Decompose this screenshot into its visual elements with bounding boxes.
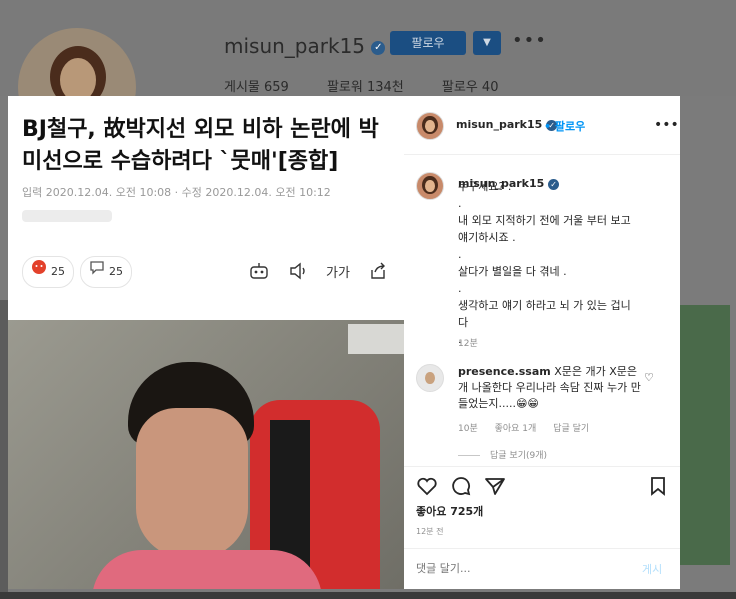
comment-button[interactable]: 25 <box>80 256 132 288</box>
profile-header: misun_park15 ✓ 팔로우 ▼ ••• 게시물 659 팔로워 134… <box>0 0 736 146</box>
blurred-text <box>22 210 112 222</box>
bookmark-icon[interactable] <box>648 476 668 500</box>
stat-following[interactable]: 팔로우 40 <box>442 80 499 95</box>
caption-time: 12분 <box>458 339 478 349</box>
grid-tile[interactable] <box>0 300 8 599</box>
comment-likes[interactable]: 좋아요 1개 <box>495 424 537 434</box>
comment-meta: 10분 좋아요 1개 답글 달기 <box>458 421 603 434</box>
comment-reply-button[interactable]: 답글 달기 <box>553 424 589 434</box>
post-avatar[interactable] <box>416 112 444 140</box>
comment-icon[interactable] <box>450 476 472 500</box>
speaker-icon[interactable] <box>288 261 308 285</box>
reaction-count: 25 <box>51 265 65 278</box>
stat-followers[interactable]: 팔로워 134천 <box>327 80 404 95</box>
stat-posts[interactable]: 게시물 659 <box>224 80 289 95</box>
reaction-button[interactable]: 25 <box>22 256 74 288</box>
post-timestamp: 12분 전 <box>416 527 444 536</box>
comment-like-icon[interactable]: ♡ <box>644 371 654 384</box>
article-title: BJ철구, 故박지선 외모 비하 논란에 박미선으로 수습하려다 `뭇매'[종합… <box>22 117 379 174</box>
font-size-button[interactable]: 가가 <box>326 262 350 281</box>
robot-icon[interactable] <box>248 261 270 285</box>
article-meta: 입력 2020.12.04. 오전 10:08 · 수정 2020.12.04.… <box>22 186 331 199</box>
post-header: misun_park15 ✓ • 팔로우 ••• <box>404 96 680 155</box>
comment-bubble-icon <box>89 257 105 287</box>
post-media: BJ철구, 故박지선 외모 비하 논란에 박미선으로 수습하려다 `뭇매'[종합… <box>8 96 404 589</box>
grid-tile[interactable] <box>680 305 730 565</box>
add-comment-bar: 게시 <box>404 548 680 590</box>
action-divider <box>404 466 680 468</box>
profile-dropdown-button[interactable]: ▼ <box>473 31 501 55</box>
profile-stats: 게시물 659 팔로워 134천 팔로우 40 <box>224 76 532 95</box>
comment-body: presence.ssam X문은 개가 X문은 개 나올한다 우리나라 속담 … <box>458 364 648 412</box>
video-thumbnail <box>8 320 404 589</box>
profile-follow-button[interactable]: 팔로우 <box>390 31 466 55</box>
add-comment-input[interactable] <box>416 562 616 575</box>
verified-icon: ✓ <box>371 40 386 55</box>
post-comment-button[interactable]: 게시 <box>642 561 662 577</box>
profile-more-icon[interactable]: ••• <box>512 30 547 51</box>
angry-face-icon <box>31 257 47 287</box>
profile-username: misun_park15 ✓ <box>224 34 386 58</box>
comment-username[interactable]: presence.ssam <box>458 365 551 378</box>
post-panel: misun_park15 ✓ • 팔로우 ••• misun_park15 ✓ … <box>404 96 680 589</box>
caption-text: 누구세요? . . 내 외모 지적하기 전에 거울 부터 보고 얘기하시죠 . … <box>458 180 631 346</box>
more-options-icon[interactable]: ••• <box>654 117 679 133</box>
likes-count[interactable]: 좋아요 725개 <box>416 503 483 519</box>
caption-avatar[interactable] <box>416 172 444 200</box>
commenter-avatar[interactable] <box>416 364 444 392</box>
view-replies-button[interactable]: 답글 보기(9개) <box>458 448 547 461</box>
grid-row <box>0 592 736 599</box>
comment-count: 25 <box>109 265 123 278</box>
share-send-icon[interactable] <box>484 476 506 500</box>
like-heart-icon[interactable] <box>416 476 438 500</box>
post-follow-button[interactable]: • 팔로우 <box>544 118 585 134</box>
comment-time: 10분 <box>458 424 478 434</box>
post-username[interactable]: misun_park15 ✓ <box>456 118 558 131</box>
share-icon[interactable] <box>368 261 388 285</box>
